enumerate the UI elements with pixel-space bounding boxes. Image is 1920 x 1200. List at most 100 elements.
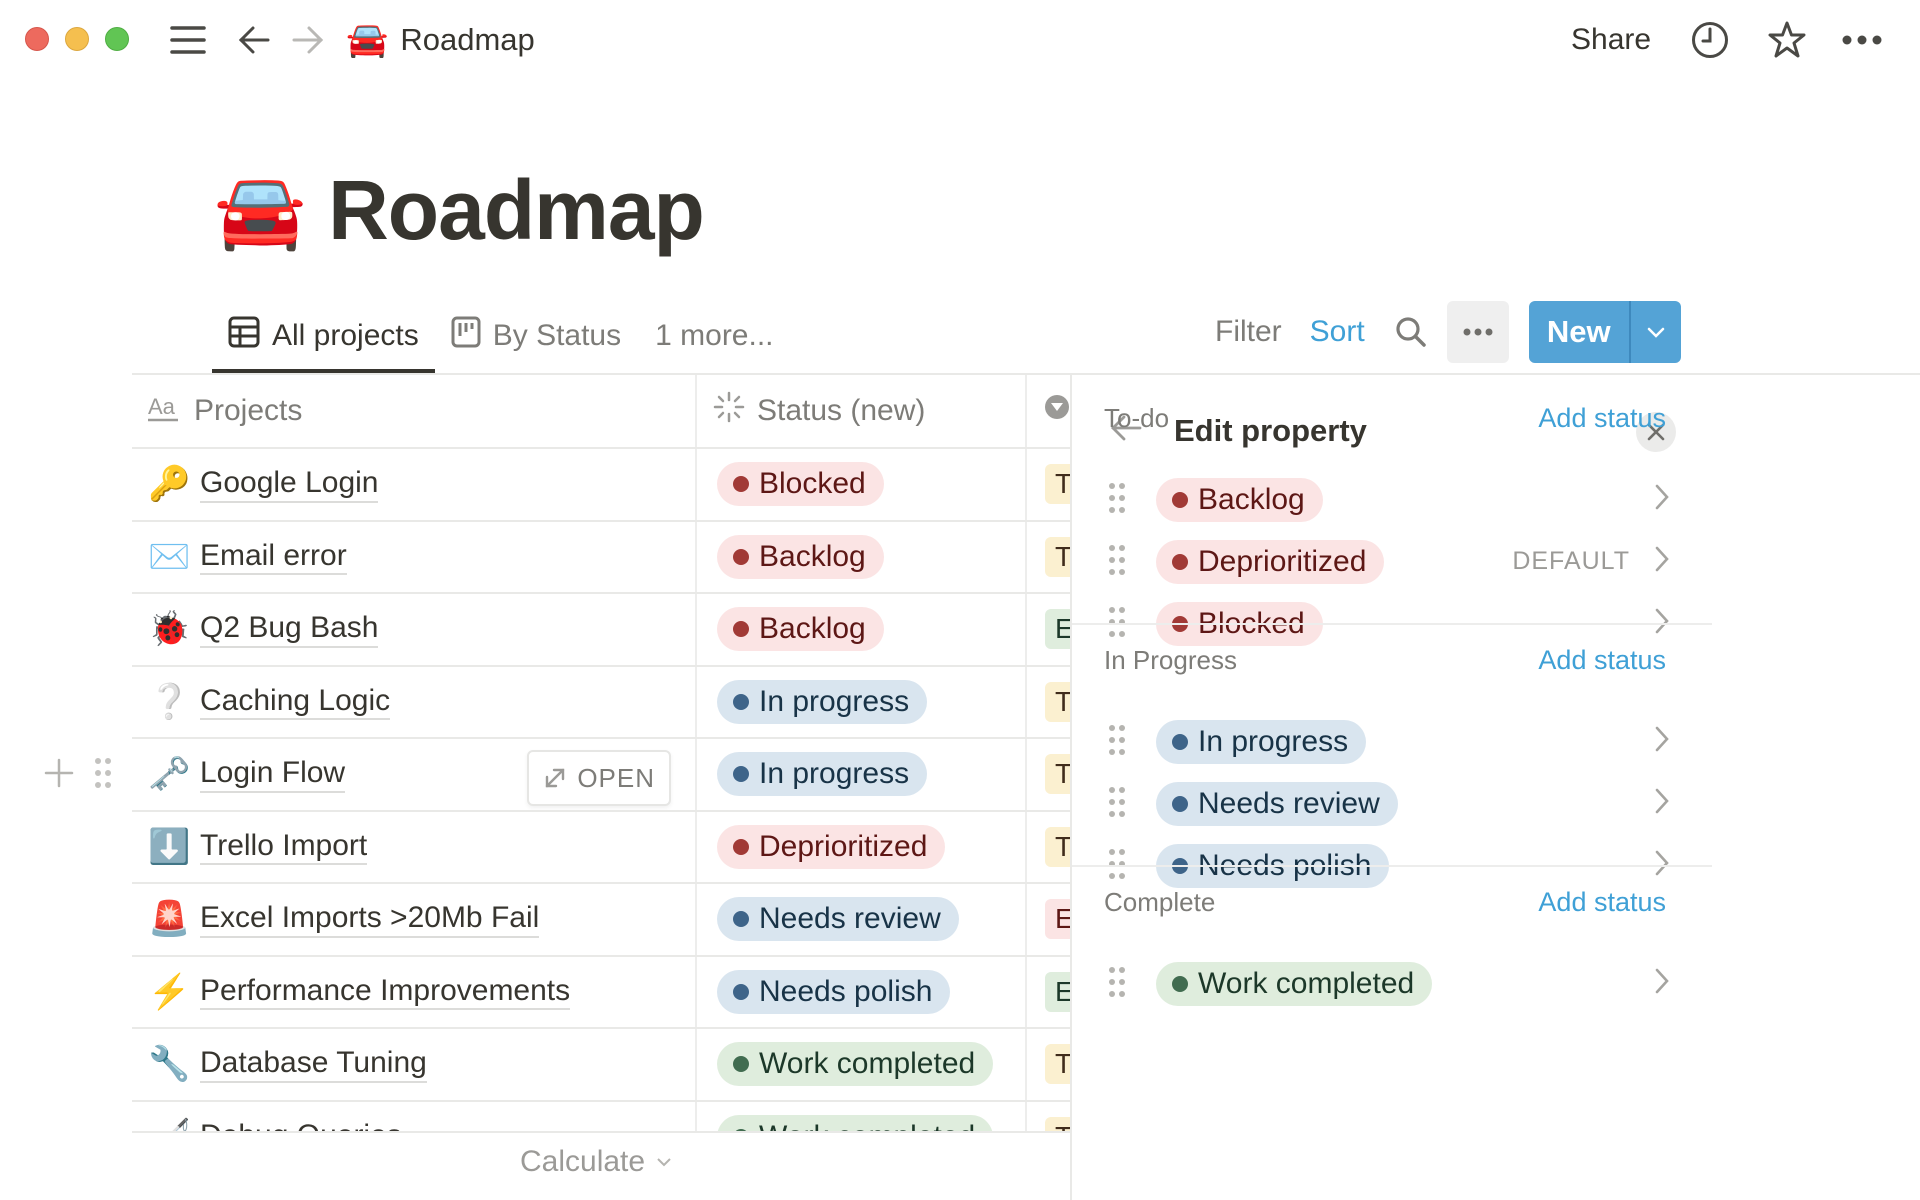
- status-pill[interactable]: Deprioritized: [717, 824, 946, 869]
- cell-project[interactable]: 🔧 Database Tuning: [132, 1029, 697, 1100]
- row-emoji-icon[interactable]: 🔧: [148, 1047, 190, 1081]
- cell-select[interactable]: T: [1027, 667, 1072, 738]
- add-status-button[interactable]: Add status: [1538, 645, 1666, 676]
- chevron-right-icon[interactable]: [1654, 967, 1670, 1000]
- cell-select[interactable]: E: [1027, 594, 1072, 665]
- status-option[interactable]: Needs review: [1072, 772, 1712, 834]
- new-dropdown-button[interactable]: [1628, 301, 1681, 363]
- select-tag[interactable]: E: [1045, 971, 1072, 1012]
- status-option[interactable]: Backlog: [1072, 468, 1712, 530]
- cell-status[interactable]: Deprioritized: [697, 811, 1027, 882]
- table-row[interactable]: 🔑 Google Login Blocked T: [132, 449, 1072, 522]
- page-title[interactable]: 🚘 Roadmap: [214, 162, 705, 259]
- row-title[interactable]: Caching Logic: [200, 684, 391, 720]
- history-clock-icon[interactable]: [1690, 20, 1730, 60]
- row-emoji-icon[interactable]: 🚨: [148, 902, 190, 936]
- row-title[interactable]: Trello Import: [200, 829, 368, 865]
- cell-status[interactable]: In progress: [697, 739, 1027, 810]
- view-options-button[interactable]: [1446, 301, 1509, 363]
- row-emoji-icon[interactable]: 🐞: [148, 612, 190, 646]
- cell-status[interactable]: Backlog: [697, 521, 1027, 592]
- cell-project[interactable]: ⚡ Performance Improvements: [132, 956, 697, 1027]
- select-tag[interactable]: T: [1045, 464, 1072, 505]
- cell-select[interactable]: T: [1027, 812, 1072, 883]
- select-tag[interactable]: E: [1045, 609, 1072, 650]
- row-title[interactable]: Email error: [200, 539, 347, 575]
- status-pill[interactable]: Work completed: [1156, 962, 1433, 1006]
- tab-all-projects[interactable]: All projects: [212, 300, 435, 373]
- row-title[interactable]: Google Login: [200, 466, 379, 503]
- cell-status[interactable]: Backlog: [697, 594, 1027, 665]
- page-icon[interactable]: 🚘: [214, 173, 306, 248]
- window-close-button[interactable]: [25, 27, 49, 51]
- select-tag[interactable]: T: [1045, 754, 1072, 795]
- drag-handle-icon[interactable]: [1108, 724, 1126, 761]
- status-pill[interactable]: Backlog: [1156, 478, 1323, 522]
- select-tag[interactable]: E: [1045, 899, 1072, 940]
- cell-project[interactable]: ⬇️ Trello Import: [132, 811, 697, 882]
- forward-arrow-icon[interactable]: [288, 20, 328, 60]
- status-pill[interactable]: In progress: [717, 752, 928, 797]
- status-pill[interactable]: Needs review: [717, 897, 959, 942]
- status-pill[interactable]: Work completed: [717, 1042, 994, 1087]
- status-pill[interactable]: Work completed: [717, 1114, 994, 1132]
- status-pill[interactable]: Needs polish: [717, 969, 951, 1014]
- filter-button[interactable]: Filter: [1215, 315, 1282, 349]
- chevron-right-icon[interactable]: [1654, 483, 1670, 516]
- row-emoji-icon[interactable]: ❔: [148, 685, 190, 719]
- cell-select[interactable]: T: [1027, 1102, 1072, 1132]
- row-emoji-icon[interactable]: ⚡: [148, 975, 190, 1009]
- row-title[interactable]: Performance Improvements: [200, 974, 571, 1010]
- cell-project[interactable]: 🚨 Excel Imports >20Mb Fail: [132, 884, 697, 955]
- more-options-icon[interactable]: [1840, 20, 1884, 60]
- search-icon[interactable]: [1395, 316, 1427, 348]
- menu-icon[interactable]: [168, 20, 208, 60]
- drag-handle-icon[interactable]: [94, 757, 112, 789]
- row-title[interactable]: Debug Queries: [200, 1119, 402, 1133]
- page-title-text[interactable]: Roadmap: [328, 162, 705, 259]
- new-button[interactable]: New: [1529, 301, 1629, 363]
- table-row[interactable]: ✉️ Email error Backlog T: [132, 521, 1072, 594]
- status-pill[interactable]: In progress: [717, 679, 928, 724]
- tab-by-status[interactable]: By Status: [435, 300, 637, 372]
- cell-project[interactable]: ❔ Caching Logic: [132, 666, 697, 737]
- calculate-button[interactable]: Calculate: [520, 1145, 673, 1179]
- column-header-select[interactable]: [1027, 375, 1072, 447]
- column-header-projects[interactable]: Aa Projects: [132, 375, 697, 447]
- status-pill[interactable]: In progress: [1156, 720, 1367, 764]
- table-row[interactable]: 🚨 Excel Imports >20Mb Fail Needs review E: [132, 884, 1072, 957]
- window-minimize-button[interactable]: [65, 27, 89, 51]
- cell-project[interactable]: 🦯Debug Queries: [132, 1101, 697, 1133]
- cell-status[interactable]: Needs review: [697, 884, 1027, 955]
- row-title[interactable]: Q2 Bug Bash: [200, 611, 379, 648]
- share-button[interactable]: Share: [1571, 20, 1651, 60]
- cell-project[interactable]: 🗝️ Login Flow OPEN: [132, 739, 697, 810]
- table-row[interactable]: ❔ Caching Logic In progress T: [132, 666, 1072, 739]
- window-maximize-button[interactable]: [105, 27, 129, 51]
- chevron-right-icon[interactable]: [1654, 545, 1670, 578]
- chevron-right-icon[interactable]: [1654, 787, 1670, 820]
- row-title[interactable]: Login Flow: [200, 756, 346, 793]
- status-pill[interactable]: Backlog: [717, 534, 884, 579]
- drag-handle-icon[interactable]: [1108, 966, 1126, 1003]
- add-status-button[interactable]: Add status: [1538, 887, 1666, 918]
- cell-status[interactable]: Needs polish: [697, 956, 1027, 1027]
- cell-status[interactable]: Blocked: [697, 449, 1027, 520]
- add-row-plus-icon[interactable]: [44, 758, 74, 788]
- cell-select[interactable]: T: [1027, 522, 1072, 593]
- row-emoji-icon[interactable]: ✉️: [148, 540, 190, 574]
- status-option[interactable]: Deprioritized DEFAULT: [1072, 530, 1712, 592]
- column-header-status[interactable]: Status (new): [697, 375, 1027, 447]
- drag-handle-icon[interactable]: [1108, 786, 1126, 823]
- drag-handle-icon[interactable]: [1108, 482, 1126, 519]
- cell-select[interactable]: T: [1027, 449, 1072, 520]
- table-row[interactable]: 🗝️ Login Flow OPEN In progress T: [132, 739, 1072, 812]
- chevron-right-icon[interactable]: [1654, 725, 1670, 758]
- drag-handle-icon[interactable]: [1108, 544, 1126, 581]
- cell-project[interactable]: ✉️ Email error: [132, 521, 697, 592]
- row-title[interactable]: Database Tuning: [200, 1046, 427, 1083]
- favorite-star-icon[interactable]: [1765, 20, 1809, 60]
- cell-status[interactable]: In progress: [697, 666, 1027, 737]
- status-pill[interactable]: Backlog: [717, 607, 884, 652]
- table-row[interactable]: 🦯Debug Queries Work completed T: [132, 1101, 1072, 1133]
